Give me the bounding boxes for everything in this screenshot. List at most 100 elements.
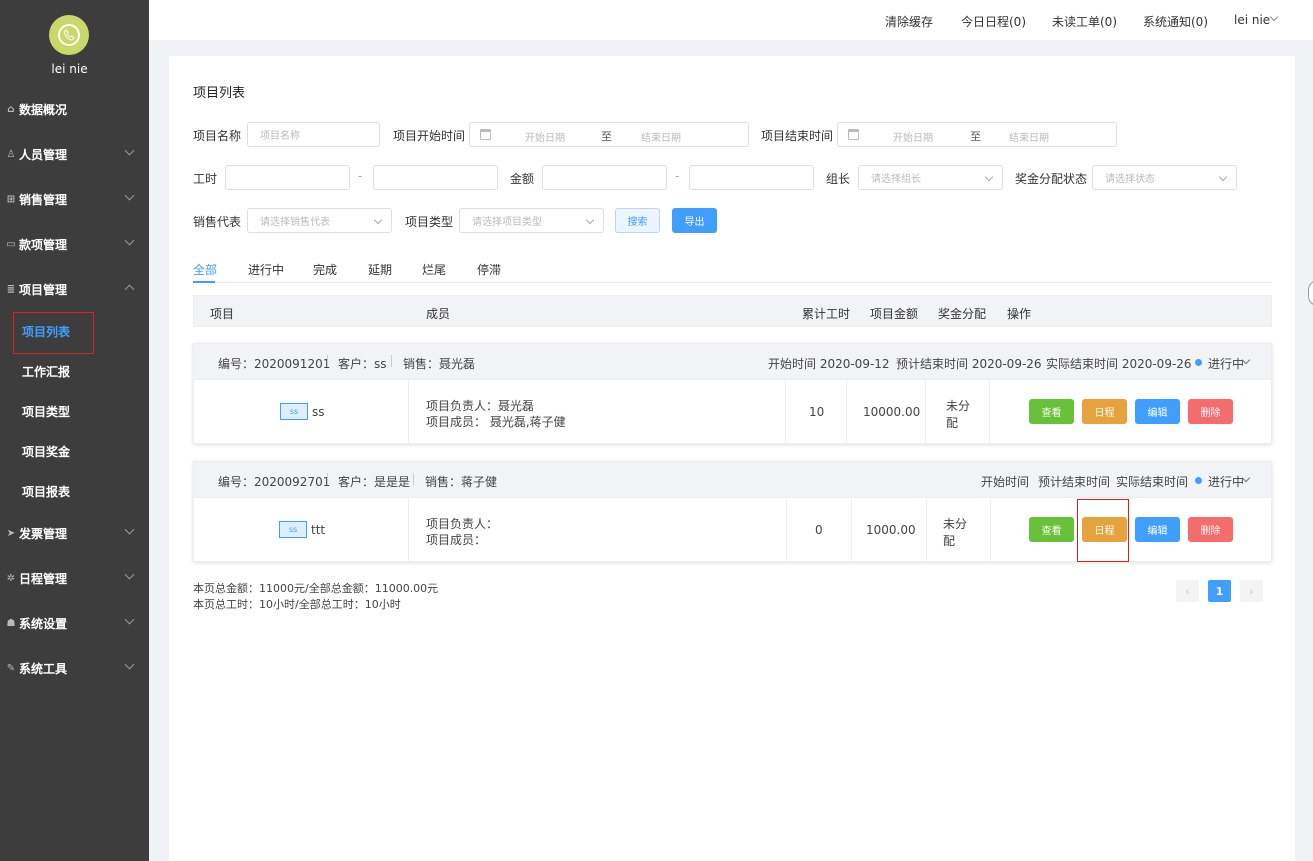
sidebar-item-projects[interactable]: ≣ 项目管理 xyxy=(0,274,149,304)
edit-button[interactable]: 编辑 xyxy=(1135,399,1180,424)
sidebar-subitem-work-report[interactable]: 工作汇报 xyxy=(22,359,70,383)
clear-cache-link[interactable]: 清除缓存 xyxy=(885,13,933,30)
divider xyxy=(786,498,787,562)
prev-page-button[interactable]: ‹ xyxy=(1176,580,1199,602)
project-actual-end-time: 实际结束时间 2020-09-26 xyxy=(1046,357,1192,371)
divider xyxy=(408,380,409,444)
sidebar: lei nie ⌂ 数据概况 ♙ 人员管理 ⊞ 销售管理 ▭ 款项管理 ≣ 项目… xyxy=(0,0,149,861)
sidebar-item-sales[interactable]: ⊞ 销售管理 xyxy=(0,184,149,214)
project-hours: 10 xyxy=(809,405,825,419)
view-button[interactable]: 查看 xyxy=(1029,399,1074,424)
sidebar-subitem-project-list[interactable]: 项目列表 xyxy=(22,319,70,343)
sidebar-subitem-project-bonus[interactable]: 项目奖金 xyxy=(22,439,70,463)
start-time-label: 项目开始时间 xyxy=(393,129,466,143)
sidebar-item-invoices[interactable]: ➤ 发票管理 xyxy=(0,518,149,548)
start-date-range-picker[interactable]: 开始日期 至 结束日期 xyxy=(469,122,749,147)
project-members: 项目成员： xyxy=(426,533,487,547)
avatar[interactable] xyxy=(49,15,89,55)
chevron-down-icon xyxy=(124,524,135,535)
hours-max-input[interactable] xyxy=(373,165,498,190)
divider xyxy=(925,380,926,444)
next-page-button[interactable]: › xyxy=(1240,580,1263,602)
project-client: 客户：ss xyxy=(338,357,387,371)
delete-button[interactable]: 删除 xyxy=(1188,399,1233,424)
sidebar-item-label: 数据概况 xyxy=(19,102,68,117)
table-header: 项目 成员 累计工时 项目金额 奖金分配 操作 xyxy=(193,295,1272,327)
project-tag: ss xyxy=(280,403,308,420)
side-panel-handle[interactable] xyxy=(1308,280,1313,306)
project-hours: 0 xyxy=(815,523,823,537)
hours-summary: 本页总工时：10小时/全部总工时：10小时 xyxy=(193,598,401,611)
delete-button[interactable]: 删除 xyxy=(1188,517,1233,542)
range-dash: - xyxy=(358,169,363,183)
tab-delayed[interactable]: 延期 xyxy=(368,261,392,278)
amount-max-input[interactable] xyxy=(689,165,814,190)
divider xyxy=(327,355,328,367)
project-amount: 1000.00 xyxy=(866,523,916,537)
sidebar-item-staff[interactable]: ♙ 人员管理 xyxy=(0,139,149,169)
tab-completed[interactable]: 完成 xyxy=(313,261,337,278)
chevron-down-icon xyxy=(373,215,383,225)
tab-all[interactable]: 全部 xyxy=(193,261,217,278)
project-leader: 项目负责人： xyxy=(426,517,499,531)
sidebar-username: lei nie xyxy=(51,62,88,76)
project-type-select[interactable]: 请选择项目类型 xyxy=(459,208,604,233)
chevron-up-icon xyxy=(124,284,135,295)
sidebar-subitem-project-type[interactable]: 项目类型 xyxy=(22,399,70,423)
export-button[interactable]: 导出 xyxy=(672,208,717,233)
project-name-input[interactable]: 项目名称 xyxy=(247,122,380,147)
chevron-down-icon xyxy=(124,659,135,670)
range-dash: - xyxy=(675,169,680,183)
project-bonus-status-cont: 配 xyxy=(946,416,959,430)
schedule-button[interactable]: 日程 xyxy=(1082,399,1127,424)
tab-stalled[interactable]: 停滞 xyxy=(477,261,501,278)
page-button-current[interactable]: 1 xyxy=(1208,580,1231,602)
sidebar-item-label: 系统工具 xyxy=(19,661,68,676)
divider xyxy=(785,380,786,444)
divider xyxy=(851,498,852,562)
hours-min-input[interactable] xyxy=(225,165,350,190)
sidebar-item-payments[interactable]: ▭ 款项管理 xyxy=(0,229,149,259)
today-schedule-link[interactable]: 今日日程(0) xyxy=(961,13,1026,30)
sales-rep-select[interactable]: 请选择销售代表 xyxy=(247,208,392,233)
tab-in-progress[interactable]: 进行中 xyxy=(248,261,284,278)
database-icon: ≣ xyxy=(6,283,16,295)
project-est-end-time: 预计结束时间 xyxy=(1038,475,1111,489)
home-icon: ⌂ xyxy=(7,103,15,115)
search-button[interactable]: 搜索 xyxy=(615,208,660,233)
chevron-down-icon xyxy=(124,145,135,156)
sidebar-item-tools[interactable]: ✎ 系统工具 xyxy=(0,653,149,683)
project-start-time: 开始时间 xyxy=(981,475,1030,489)
project-est-end-time: 预计结束时间 2020-09-26 xyxy=(896,357,1042,371)
user-menu[interactable]: lei nie xyxy=(1234,13,1270,27)
divider xyxy=(413,473,414,485)
money-icon: ▭ xyxy=(6,238,16,250)
chevron-down-icon xyxy=(124,614,135,625)
tab-abandoned[interactable]: 烂尾 xyxy=(422,261,446,278)
unread-orders-link[interactable]: 未读工单(0) xyxy=(1052,13,1117,30)
sidebar-item-dashboard[interactable]: ⌂ 数据概况 xyxy=(0,94,149,124)
sidebar-subitem-project-report[interactable]: 项目报表 xyxy=(22,479,70,503)
project-sales: 销售：蒋子健 xyxy=(425,475,498,489)
sidebar-item-label: 发票管理 xyxy=(19,526,68,541)
phone-icon xyxy=(58,24,80,46)
notifications-link[interactable]: 系统通知(0) xyxy=(1143,13,1208,30)
sidebar-item-settings[interactable]: ☗ 系统设置 xyxy=(0,608,149,638)
sidebar-item-schedule[interactable]: ✲ 日程管理 xyxy=(0,563,149,593)
edit-button[interactable]: 编辑 xyxy=(1135,517,1180,542)
project-status[interactable]: 进行中 xyxy=(1208,355,1244,372)
leader-select[interactable]: 请选择组长 xyxy=(858,165,1003,190)
tabs-divider xyxy=(193,282,1272,283)
project-status[interactable]: 进行中 xyxy=(1208,473,1244,490)
status-dot-icon xyxy=(1195,359,1202,366)
bonus-status-select[interactable]: 请选择状态 xyxy=(1092,165,1237,190)
page-title: 项目列表 xyxy=(193,86,246,101)
amount-min-input[interactable] xyxy=(542,165,667,190)
user-icon: ♙ xyxy=(6,148,16,160)
divider xyxy=(846,380,847,444)
status-dot-icon xyxy=(1195,477,1202,484)
calendar-icon xyxy=(480,129,491,140)
end-date-range-picker[interactable]: 开始日期 至 结束日期 xyxy=(837,122,1117,147)
view-button[interactable]: 查看 xyxy=(1029,517,1074,542)
chevron-down-icon xyxy=(124,235,135,246)
